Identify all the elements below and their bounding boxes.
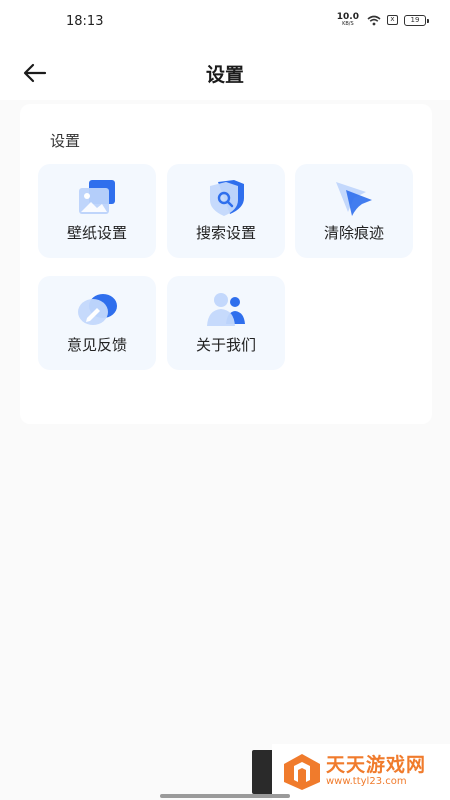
status-bar: 18:13 10.0 KB/S x 19 xyxy=(0,0,450,44)
battery-icon: 19 xyxy=(404,14,429,26)
title-bar: 设置 xyxy=(0,44,450,100)
people-icon xyxy=(207,293,245,326)
search-shield-icon xyxy=(210,180,244,216)
watermark: 天天游戏网 www.ttyl23.com xyxy=(272,744,450,800)
wifi-icon xyxy=(367,15,381,25)
net-speed: 10.0 KB/S xyxy=(337,13,359,27)
battery-level: 19 xyxy=(410,16,420,24)
section-title: 设置 xyxy=(50,132,81,150)
net-speed-unit: KB/S xyxy=(342,21,354,27)
wallpaper-settings-label: 壁纸设置 xyxy=(66,224,127,242)
watermark-logo-icon xyxy=(284,754,320,790)
wallpaper-settings-tile[interactable]: 壁纸设置 xyxy=(38,164,156,258)
feedback-tile[interactable]: 意见反馈 xyxy=(38,276,156,370)
about-us-label: 关于我们 xyxy=(195,336,256,354)
page-title: 设置 xyxy=(205,64,244,86)
settings-card: 设置 壁纸设置 搜索设置 清除痕迹 意见反馈 关于我们 xyxy=(20,104,432,424)
feedback-label: 意见反馈 xyxy=(66,336,127,354)
watermark-title: 天天游戏网 xyxy=(326,754,427,776)
clear-history-label: 清除痕迹 xyxy=(323,224,384,242)
clear-cursor-icon xyxy=(336,182,372,216)
clear-history-tile[interactable]: 清除痕迹 xyxy=(295,164,413,258)
search-settings-label: 搜索设置 xyxy=(195,224,256,242)
search-settings-tile[interactable]: 搜索设置 xyxy=(167,164,285,258)
home-indicator[interactable] xyxy=(160,794,290,798)
wallpaper-icon xyxy=(79,180,115,214)
status-icons: 10.0 KB/S x 19 xyxy=(337,13,429,27)
watermark-url: www.ttyl23.com xyxy=(326,776,407,787)
status-time: 18:13 xyxy=(66,14,104,29)
sim-icon: x xyxy=(387,15,398,25)
about-us-tile[interactable]: 关于我们 xyxy=(167,276,285,370)
feedback-pencil-icon xyxy=(78,294,117,325)
